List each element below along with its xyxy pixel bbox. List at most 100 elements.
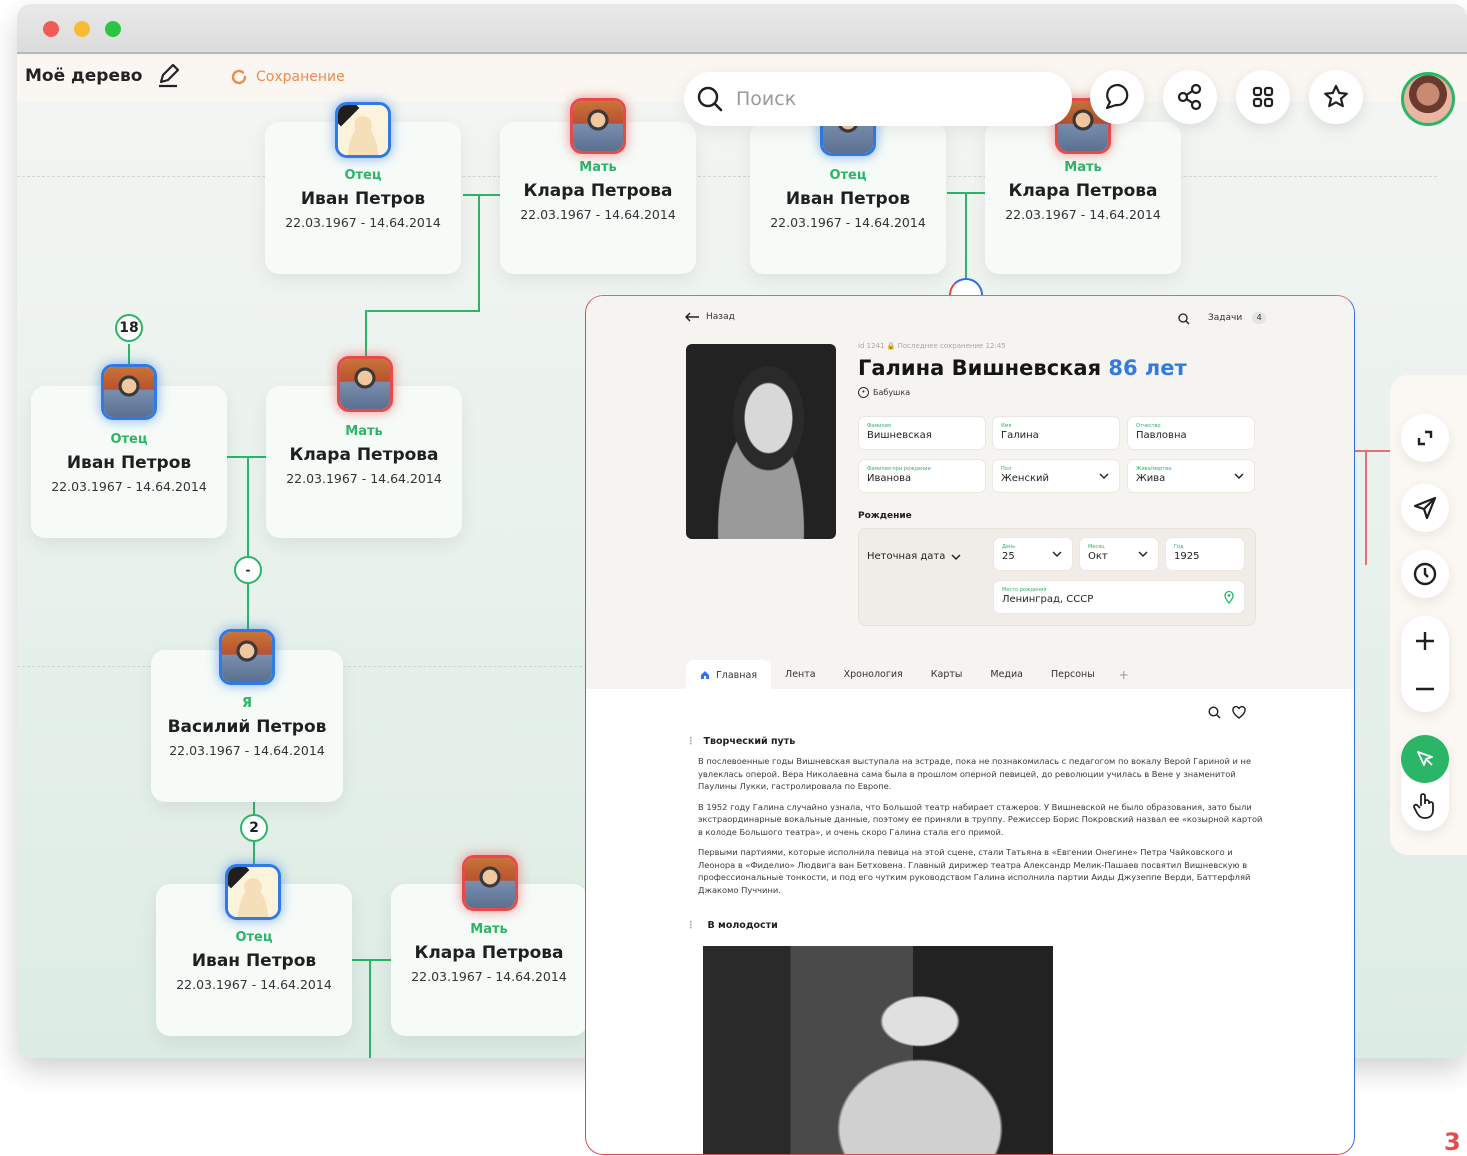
search-input[interactable]: Поиск xyxy=(684,72,1072,126)
first-name-field[interactable]: Имя Галина xyxy=(992,416,1120,450)
send-icon xyxy=(1413,496,1437,520)
close-window-button[interactable] xyxy=(43,21,59,37)
add-tab-button[interactable]: + xyxy=(1109,660,1139,690)
person-name-text: Галина Вишневская xyxy=(858,356,1102,380)
section-title: В молодости xyxy=(707,920,778,931)
maximize-window-button[interactable] xyxy=(105,21,121,37)
history-button[interactable] xyxy=(1401,550,1449,598)
person-photo[interactable] xyxy=(335,102,391,158)
tab-maps[interactable]: Карты xyxy=(917,660,977,690)
back-button[interactable]: Назад xyxy=(684,312,735,322)
person-name: Клара Петрова xyxy=(289,445,439,465)
field-label: Имя xyxy=(1001,423,1012,429)
clock-icon xyxy=(1413,562,1437,586)
tasks-button[interactable]: Задачи 4 xyxy=(1208,312,1267,324)
person-dates: 22.03.1967 - 14.64.2014 xyxy=(411,969,567,984)
tab-feed[interactable]: Лента xyxy=(771,660,830,690)
chevron-down-icon xyxy=(951,554,961,560)
descendants-count-badge[interactable]: 18 xyxy=(115,314,143,342)
person-photo[interactable] xyxy=(337,356,393,412)
connector-line xyxy=(367,310,480,312)
person-portrait[interactable] xyxy=(686,344,836,539)
tab-persons[interactable]: Персоны xyxy=(1037,660,1109,690)
paragraph: В послевоенные годы Вишневская выступала… xyxy=(698,756,1252,791)
article-photo[interactable] xyxy=(703,946,1053,1154)
drag-handle-icon[interactable]: ⋮ xyxy=(686,736,696,747)
location-pin-icon xyxy=(1224,590,1234,604)
person-photo[interactable] xyxy=(101,364,157,420)
person-photo[interactable] xyxy=(462,855,518,911)
children-count-badge[interactable]: 2 xyxy=(240,814,268,842)
connector-line xyxy=(369,959,371,1058)
collapse-branch-button[interactable]: - xyxy=(234,556,262,584)
field-value: Павловна xyxy=(1136,430,1187,441)
connector-line xyxy=(463,194,500,196)
birth-month-select[interactable]: Месяц Окт xyxy=(1079,537,1159,571)
person-dates: 22.03.1967 - 14.64.2014 xyxy=(176,977,332,992)
person-role: Мать xyxy=(470,922,508,937)
drag-handle-icon[interactable]: ⋮ xyxy=(686,920,696,931)
tab-label: Главная xyxy=(716,669,758,681)
tab-timeline[interactable]: Хронология xyxy=(830,660,917,690)
maiden-name-field[interactable]: Фамилия при рождении Иванова xyxy=(858,459,986,493)
birth-place-field[interactable]: Место рождения Ленинград, СССР xyxy=(993,580,1245,614)
search-icon[interactable] xyxy=(1208,706,1221,719)
hand-tool-icon[interactable] xyxy=(1413,792,1437,820)
person-photo[interactable] xyxy=(219,629,275,685)
surname-field[interactable]: Фамилия Вишневская xyxy=(858,416,986,450)
share-button[interactable] xyxy=(1163,70,1217,124)
birth-day-select[interactable]: День 25 xyxy=(993,537,1073,571)
person-name: Клара Петрова xyxy=(1008,181,1158,201)
sex-select[interactable]: Пол Женский xyxy=(992,459,1120,493)
zoom-in-icon[interactable] xyxy=(1414,630,1436,652)
chevron-down-icon xyxy=(1099,473,1109,479)
saving-status: Сохранение xyxy=(230,68,345,86)
paragraph: В 1952 году Галина случайно узнала, что … xyxy=(698,801,1263,837)
minimize-window-button[interactable] xyxy=(74,21,90,37)
favorites-button[interactable] xyxy=(1309,70,1363,124)
article-content: ⋮ Творческий путь В послевоенные годы Ви… xyxy=(686,736,1266,931)
tab-main[interactable]: Главная xyxy=(686,660,772,690)
tasks-label: Задачи xyxy=(1208,313,1243,323)
birth-year-field[interactable]: Год 1925 xyxy=(1165,537,1245,571)
patronymic-field[interactable]: Отчество Павловна xyxy=(1127,416,1255,450)
record-meta: id 1241 🔒 Последнее сохранение 12:45 xyxy=(858,342,1006,350)
field-value: Галина xyxy=(1001,430,1039,441)
tab-media[interactable]: Медиа xyxy=(976,660,1037,690)
relation-tag: • Бабушка xyxy=(858,387,910,398)
section-heading: ⋮ Творческий путь xyxy=(686,736,1266,747)
edit-icon[interactable] xyxy=(155,63,181,94)
field-label: Отчество xyxy=(1136,423,1161,429)
connector-line xyxy=(351,959,391,961)
select-tool-button[interactable] xyxy=(1401,735,1449,783)
search-icon[interactable] xyxy=(1178,313,1190,325)
inexact-date-dropdown[interactable]: Неточная дата xyxy=(867,551,961,562)
connector-line xyxy=(365,310,367,358)
expand-button[interactable] xyxy=(1401,414,1449,462)
person-photo[interactable] xyxy=(225,864,281,920)
send-button[interactable] xyxy=(1401,484,1449,532)
grid-icon xyxy=(1252,86,1274,108)
profile-tabs: Главная Лента Хронология Карты Медиа Пер… xyxy=(686,660,1139,690)
person-name: Клара Петрова xyxy=(523,181,673,201)
person-photo[interactable] xyxy=(570,98,626,154)
person-role: Отец xyxy=(235,930,273,945)
user-avatar[interactable] xyxy=(1401,72,1455,126)
share-icon xyxy=(1177,83,1202,111)
connector-line xyxy=(247,584,249,632)
heart-icon[interactable] xyxy=(1232,706,1246,719)
field-label: Фамилия при рождении xyxy=(867,466,931,472)
connector-line xyxy=(247,456,249,560)
spinner-icon xyxy=(231,69,247,85)
person-role: Я xyxy=(241,696,252,711)
relation-icon: • xyxy=(858,387,869,398)
chat-icon xyxy=(1105,83,1129,110)
field-value: 1925 xyxy=(1174,551,1200,562)
apps-button[interactable] xyxy=(1236,70,1290,124)
chat-button[interactable] xyxy=(1090,70,1144,124)
field-label: Жива/мертва xyxy=(1136,466,1172,472)
zoom-out-icon[interactable] xyxy=(1414,678,1436,700)
person-name: Иван Петров xyxy=(66,453,192,473)
alive-status-select[interactable]: Жива/мертва Жива xyxy=(1127,459,1255,493)
field-label: Место рождения xyxy=(1002,587,1047,593)
